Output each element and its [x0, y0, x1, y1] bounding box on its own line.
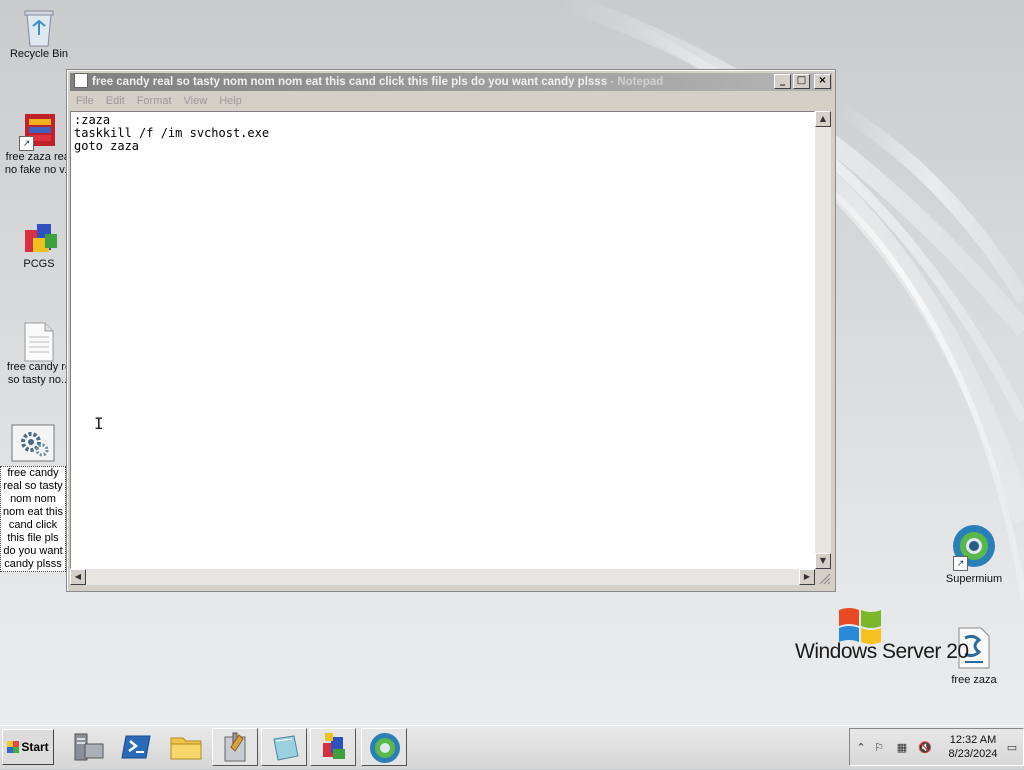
shortcut-arrow-icon: ↗ [953, 556, 968, 571]
windows-server-logo: Windows Server 20 [795, 600, 969, 670]
menu-file[interactable]: File [70, 92, 100, 110]
desktop-icon-free-candy-batch[interactable]: free candy real so tasty nom nom nom eat… [0, 424, 66, 572]
supermium-icon [370, 733, 400, 763]
start-button[interactable]: Start [2, 729, 54, 765]
volume-muted-icon[interactable]: 🔇 [918, 741, 932, 755]
show-hidden-icons-chevron-icon[interactable]: ⌃ [854, 741, 868, 755]
menu-bar: File Edit Format View Help [70, 92, 832, 110]
desktop-icon-supermium[interactable]: ↗ Supermium [935, 523, 1013, 586]
desktop-icon-label: free candy real so tasty nom nom nom eat… [0, 466, 66, 572]
scroll-up-button[interactable]: ▲ [815, 111, 831, 127]
notepad-app-icon [74, 73, 88, 88]
menu-view[interactable]: View [178, 92, 214, 110]
clock-time: 12:32 AM [949, 734, 997, 746]
desktop-icon-recycle-bin[interactable]: Recycle Bin [0, 8, 78, 61]
pcgs-taskbar-button[interactable] [310, 728, 356, 766]
maximize-button[interactable]: □ [793, 74, 810, 89]
batch-file-gear-icon [11, 424, 55, 462]
text-cursor-icon: I [94, 414, 104, 433]
window-title: free candy real so tasty nom nom nom eat… [92, 76, 608, 88]
notepad-taskbar-button[interactable] [261, 728, 307, 766]
clock-date: 8/23/2024 [948, 748, 998, 760]
desktop-icon-label: Recycle Bin [9, 48, 69, 60]
scroll-right-button[interactable]: ▶ [799, 569, 815, 585]
menu-format[interactable]: Format [131, 92, 178, 110]
admin-tools-icon [224, 732, 246, 762]
shortcut-arrow-icon: ↗ [19, 136, 34, 151]
desktop-icon-label: free zaza [951, 674, 997, 686]
start-label: Start [21, 740, 49, 754]
supermium-taskbar-button[interactable] [361, 728, 407, 766]
powershell-button[interactable] [114, 728, 160, 766]
recycle-bin-icon [21, 8, 57, 47]
text-file-icon [21, 321, 57, 362]
network-icon[interactable]: ▦ [895, 741, 909, 755]
action-center-flag-icon[interactable]: ⚐ [872, 741, 886, 755]
close-button[interactable]: × [814, 74, 831, 89]
notepad-window[interactable]: free candy real so tasty nom nom nom eat… [66, 69, 836, 592]
explorer-icon [170, 737, 202, 760]
scroll-down-button[interactable]: ▼ [815, 553, 831, 569]
notepad-text-area[interactable]: :zaza taskkill /f /im svchost.exe goto z… [70, 111, 815, 569]
menu-help[interactable]: Help [213, 92, 248, 110]
menu-edit[interactable]: Edit [100, 92, 131, 110]
pcgs-icon [21, 218, 57, 254]
vertical-scrollbar[interactable]: ▲ ▼ [815, 111, 831, 569]
pcgs-icon [323, 733, 345, 759]
server-manager-icon [74, 733, 104, 761]
winrar-icon: ↗ [19, 111, 57, 151]
window-controls: _ □ × [774, 74, 831, 89]
horizontal-scrollbar[interactable]: ◀ ▶ [70, 569, 815, 585]
window-app-name: - Notepad [607, 76, 664, 88]
windows-server-text: Windows Server 20 [795, 640, 969, 663]
system-clock[interactable]: 12:32 AM 8/23/2024 [944, 733, 1002, 761]
scroll-left-button[interactable]: ◀ [70, 569, 86, 585]
resize-grip[interactable] [815, 569, 831, 585]
supermium-icon: ↗ [951, 523, 997, 571]
minimize-button[interactable]: _ [774, 74, 791, 89]
taskbar: Start ⌃ ⚐ ▦ 🔇 12:32 AM 8/23/2024 ▭ [0, 725, 1024, 769]
notepad-titlebar[interactable]: free candy real so tasty nom nom nom eat… [70, 73, 832, 91]
notepad-icon [273, 735, 299, 761]
windows-flag-icon [7, 741, 20, 753]
windows-flag-icon [839, 608, 881, 644]
explorer-button[interactable] [163, 728, 209, 766]
powershell-icon [121, 735, 151, 759]
show-desktop-icon[interactable]: ▭ [1004, 741, 1020, 755]
desktop-icon-label: Supermium [945, 573, 1003, 585]
system-tray: ⌃ ⚐ ▦ 🔇 12:32 AM 8/23/2024 ▭ [849, 728, 1024, 766]
server-manager-button[interactable] [65, 728, 111, 766]
admin-tools-button[interactable] [212, 728, 258, 766]
